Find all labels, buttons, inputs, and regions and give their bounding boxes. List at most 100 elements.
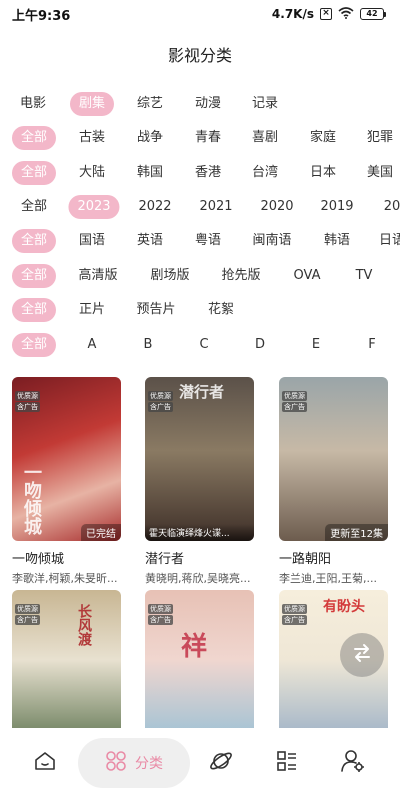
poster-title-art: 潜行者 <box>179 383 225 401</box>
chip-type-series[interactable]: 剧集 <box>69 92 115 116</box>
chip-type-documentary[interactable]: 记录 <box>252 92 278 116</box>
card-title[interactable]: 一路朝阳 <box>279 548 388 567</box>
chip-letter[interactable]: C <box>199 333 208 357</box>
chip-genre[interactable]: 家庭 <box>310 126 336 150</box>
filter-row-type: 电影 剧集 综艺 动漫 记录 <box>0 92 400 118</box>
chip-kind-all[interactable]: 全部 <box>11 298 57 322</box>
video-card[interactable]: 优质源 含广告 潜行者 霍天临演绎烽火谍... 潜行者 黄晓明,蒋欣,吴晓亮..… <box>145 377 254 586</box>
category-grid-icon <box>105 750 127 776</box>
chip-language[interactable]: 日语 <box>379 229 400 253</box>
chip-region[interactable]: 日本 <box>310 161 336 185</box>
chip-version-all[interactable]: 全部 <box>11 264 57 288</box>
chip-year[interactable]: 2021 <box>199 195 232 219</box>
chip-language[interactable]: 闽南语 <box>252 229 291 253</box>
poster-image[interactable]: 优质源 含广告 祥 <box>145 590 254 730</box>
chip-version[interactable]: OVA <box>294 264 321 288</box>
chip-year-2023[interactable]: 2023 <box>68 195 120 219</box>
chip-language[interactable]: 韩语 <box>324 229 350 253</box>
ads-badge: 含广告 <box>15 402 40 412</box>
chip-region[interactable]: 韩国 <box>137 161 163 185</box>
filter-row-version: 全部 高清版 剧场版 抢先版 OVA TV <box>0 264 400 290</box>
chip-type-variety[interactable]: 综艺 <box>137 92 163 116</box>
episode-status: 更新至12集 <box>325 524 388 541</box>
chip-version[interactable]: TV <box>356 264 373 288</box>
chip-language[interactable]: 粤语 <box>195 229 221 253</box>
chip-letter[interactable]: D <box>255 333 265 357</box>
chip-letter[interactable]: B <box>144 333 153 357</box>
card-title[interactable]: 潜行者 <box>145 548 254 567</box>
home-icon <box>33 749 57 777</box>
chip-language[interactable]: 国语 <box>79 229 105 253</box>
chip-region[interactable]: 大陆 <box>79 161 105 185</box>
chip-type-anime[interactable]: 动漫 <box>195 92 221 116</box>
chip-genre[interactable]: 古装 <box>79 126 105 150</box>
chip-kind[interactable]: 正片 <box>79 298 105 322</box>
bottom-nav: 分类 <box>0 728 400 800</box>
card-actors: 黄晓明,蒋欣,吴晓亮... <box>145 572 251 585</box>
user-settings-icon <box>340 748 366 778</box>
clock: 上午9:36 <box>12 8 71 24</box>
chip-version[interactable]: 抢先版 <box>221 264 260 288</box>
chip-genre[interactable]: 犯罪 <box>367 126 393 150</box>
nav-category-label: 分类 <box>135 756 163 772</box>
chip-genre[interactable]: 喜剧 <box>252 126 278 150</box>
poster-title-art: 祥 <box>181 632 208 662</box>
video-card[interactable]: 优质源 含广告 更新至12集 一路朝阳 李兰迪,王阳,王菊,... <box>279 377 388 586</box>
chip-region[interactable]: 美国 <box>367 161 393 185</box>
nav-discover[interactable] <box>196 738 246 788</box>
chip-version[interactable]: 高清版 <box>78 264 117 288</box>
wifi-icon <box>338 6 354 22</box>
nav-category[interactable]: 分类 <box>78 738 190 788</box>
video-card[interactable]: 优质源 含广告 祥 <box>145 590 254 730</box>
swap-button[interactable] <box>340 633 384 677</box>
chip-genre[interactable]: 战争 <box>137 126 163 150</box>
chip-version[interactable]: 剧场版 <box>150 264 189 288</box>
chip-letter-all[interactable]: 全部 <box>11 333 57 357</box>
chip-genre-all[interactable]: 全部 <box>11 126 57 150</box>
chip-letter[interactable]: F <box>368 333 375 357</box>
chip-kind[interactable]: 预告片 <box>136 298 175 322</box>
chip-type-movie[interactable]: 电影 <box>20 92 46 116</box>
quality-badge: 优质源 <box>282 391 307 401</box>
poster-image[interactable]: 优质源 含广告 更新至12集 <box>279 377 388 541</box>
quality-badge: 优质源 <box>15 391 40 401</box>
chip-region[interactable]: 台湾 <box>252 161 278 185</box>
poster-image[interactable]: 优质源 含广告 潜行者 霍天临演绎烽火谍... <box>145 377 254 541</box>
sim-off-icon: × <box>320 8 332 20</box>
filter-row-year: 全部 2023 2022 2021 2020 2019 20 <box>0 195 400 221</box>
nav-list[interactable] <box>262 738 312 788</box>
chip-kind[interactable]: 花絮 <box>208 298 234 322</box>
card-actors: 李兰迪,王阳,王菊,... <box>279 572 377 585</box>
chip-region-all[interactable]: 全部 <box>11 161 57 185</box>
quality-badge: 优质源 <box>148 391 173 401</box>
nav-home[interactable] <box>20 738 70 788</box>
ads-badge: 含广告 <box>148 615 173 625</box>
ads-badge: 含广告 <box>282 402 307 412</box>
chip-year[interactable]: 2022 <box>138 195 171 219</box>
chip-language-all[interactable]: 全部 <box>11 229 57 253</box>
poster-image[interactable]: 优质源 含广告 一吻倾城 已完结 <box>12 377 121 541</box>
card-actors: 李歌洋,柯颖,朱旻昕... <box>12 572 118 585</box>
video-card[interactable]: 优质源 含广告 一吻倾城 已完结 一吻倾城 李歌洋,柯颖,朱旻昕... <box>12 377 121 586</box>
episode-status: 已完结 <box>81 524 121 541</box>
chip-year[interactable]: 2020 <box>260 195 293 219</box>
battery-level: 42 <box>360 8 384 20</box>
video-card[interactable]: 优质源 含广告 长风渡 <box>12 590 121 730</box>
poster-title-art: 一吻倾城 <box>21 463 42 535</box>
chip-letter[interactable]: A <box>88 333 97 357</box>
chip-region[interactable]: 香港 <box>195 161 221 185</box>
list-icon <box>275 749 299 777</box>
chip-letter[interactable]: E <box>312 333 320 357</box>
chip-year[interactable]: 20 <box>384 195 400 219</box>
chip-year-all[interactable]: 全部 <box>21 195 47 219</box>
poster-image[interactable]: 优质源 含广告 长风渡 <box>12 590 121 730</box>
quality-badge: 优质源 <box>15 604 40 614</box>
card-title[interactable]: 一吻倾城 <box>12 548 121 567</box>
chip-language[interactable]: 英语 <box>137 229 163 253</box>
chip-genre[interactable]: 青春 <box>195 126 221 150</box>
nav-profile[interactable] <box>328 738 378 788</box>
ads-badge: 含广告 <box>282 615 307 625</box>
chip-year[interactable]: 2019 <box>320 195 353 219</box>
quality-badge: 优质源 <box>148 604 173 614</box>
page-title: 影视分类 <box>167 46 232 65</box>
